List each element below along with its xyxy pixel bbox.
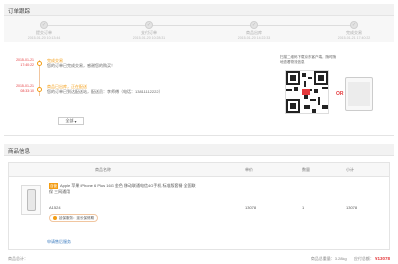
phone-icon	[345, 77, 373, 111]
col-name: 商品名称	[95, 167, 111, 172]
phone-icon	[27, 189, 36, 211]
progress-line	[42, 25, 356, 26]
or-text: OR	[336, 91, 344, 97]
table-row: 自营 Apple 苹果 iPhone 6 Plus 16G 金色 移动联通电信4G…	[9, 177, 389, 237]
expand-all-button[interactable]: 全部 ▾	[58, 117, 84, 125]
unit-price: 13078	[245, 205, 257, 210]
logistics-timeline: 2015-01-21 17:40:22 完成交易 您的订单已完成交易，感谢您的购…	[4, 50, 274, 120]
step-time: 2015-01-21 17:40:22	[337, 36, 371, 40]
check-icon: ✓	[250, 21, 258, 29]
goods-header: 商品信息	[4, 144, 394, 156]
total-weight: 商品总重量：3.28kg	[310, 256, 347, 261]
phone-screen	[348, 82, 370, 106]
timeline-desc: 您的订单已到达配送站，配送员：李师傅（电话：13811112222）	[47, 89, 163, 94]
order-summary: 商品总计： 商品总重量：3.28kg 应付总额： ¥13078	[4, 254, 394, 264]
step-time: 2015-01-20 10:13:44	[27, 36, 61, 40]
timeline-dot-icon	[37, 87, 42, 92]
order-status-title: 订单跟踪	[8, 9, 31, 15]
timeline-desc: 您的订单已完成交易，感谢您的购买！	[47, 63, 115, 68]
service-icon	[53, 216, 57, 220]
service-tag[interactable]: 延保服务：延长保修期	[49, 214, 98, 222]
total-label: 应付总额：	[353, 256, 374, 261]
timeline-date-time: 17:40:22	[20, 63, 34, 67]
product-attr: A1524	[49, 205, 61, 210]
timeline-date: 2015-01-21 17:40:22	[12, 58, 34, 68]
check-icon: ✓	[40, 21, 48, 29]
chevron-down-icon: ▾	[74, 118, 77, 124]
timeline-body: 商品已出库，正在配送 您的订单已到达配送站，配送员：李师傅（电话：1381111…	[47, 84, 267, 95]
step-pay: ✓ 支付订单 2015-01-20 10:28:31	[115, 20, 183, 40]
timeline-body: 完成交易 您的订单已完成交易，感谢您的购买！	[47, 58, 267, 69]
col-price: 单价	[245, 167, 253, 172]
col-subtotal: 小计	[346, 167, 354, 172]
order-progress-bar: ✓ 提交订单 2015-01-20 10:13:44 ✓ 支付订单 2015-0…	[4, 16, 394, 42]
app-download-promo: 扫描二维码下载京东客户端，随时随地查看物流信息 OR	[280, 55, 390, 125]
qr-code-icon	[285, 70, 329, 114]
check-icon: ✓	[350, 21, 358, 29]
service-text: 延保服务：延长保修期	[59, 215, 94, 220]
product-thumbnail[interactable]	[21, 185, 41, 215]
expand-all-label: 全部	[65, 118, 74, 123]
goods-table: 商品名称 单价 数量 小计 自营 Apple 苹果 iPhone 6 Plus 1…	[8, 162, 390, 250]
summary-label: 商品总计：	[8, 256, 28, 261]
timeline-dot-icon	[37, 61, 42, 66]
step-time: 2015-01-20 14:22:33	[237, 36, 271, 40]
quantity: 1	[302, 205, 305, 210]
total-price: ¥13078	[374, 256, 390, 261]
step-time: 2015-01-20 10:28:31	[132, 36, 166, 40]
check-icon: ✓	[145, 21, 153, 29]
step-submit: ✓ 提交订单 2015-01-20 10:13:44	[10, 20, 78, 40]
qr-tip-text: 扫描二维码下载京东客户端，随时随地查看物流信息	[280, 55, 336, 64]
col-qty: 数量	[302, 167, 310, 172]
timeline-date: 2015-01-21 08:33:10	[12, 84, 34, 94]
order-status-header: 订单跟踪	[4, 4, 394, 16]
after-sales-link[interactable]: 申请售后服务	[47, 239, 71, 245]
summary-total: 商品总重量：3.28kg 应付总额： ¥13078	[311, 256, 390, 262]
product-name[interactable]: 自营 Apple 苹果 iPhone 6 Plus 16G 金色 移动联通电信4G…	[49, 183, 199, 195]
step-ship: ✓ 商品出库 2015-01-20 14:22:33	[220, 20, 288, 40]
section-divider	[4, 135, 394, 136]
timeline-date-time: 08:33:10	[20, 89, 34, 93]
step-complete: ✓ 完成交易 2015-01-21 17:40:22	[320, 20, 388, 40]
goods-table-head: 商品名称 单价 数量 小计	[9, 163, 389, 177]
product-name-text: Apple 苹果 iPhone 6 Plus 16G 金色 移动联通电信4G手机…	[49, 183, 196, 194]
subtotal: 13078	[346, 205, 358, 210]
goods-title: 商品信息	[8, 149, 31, 155]
